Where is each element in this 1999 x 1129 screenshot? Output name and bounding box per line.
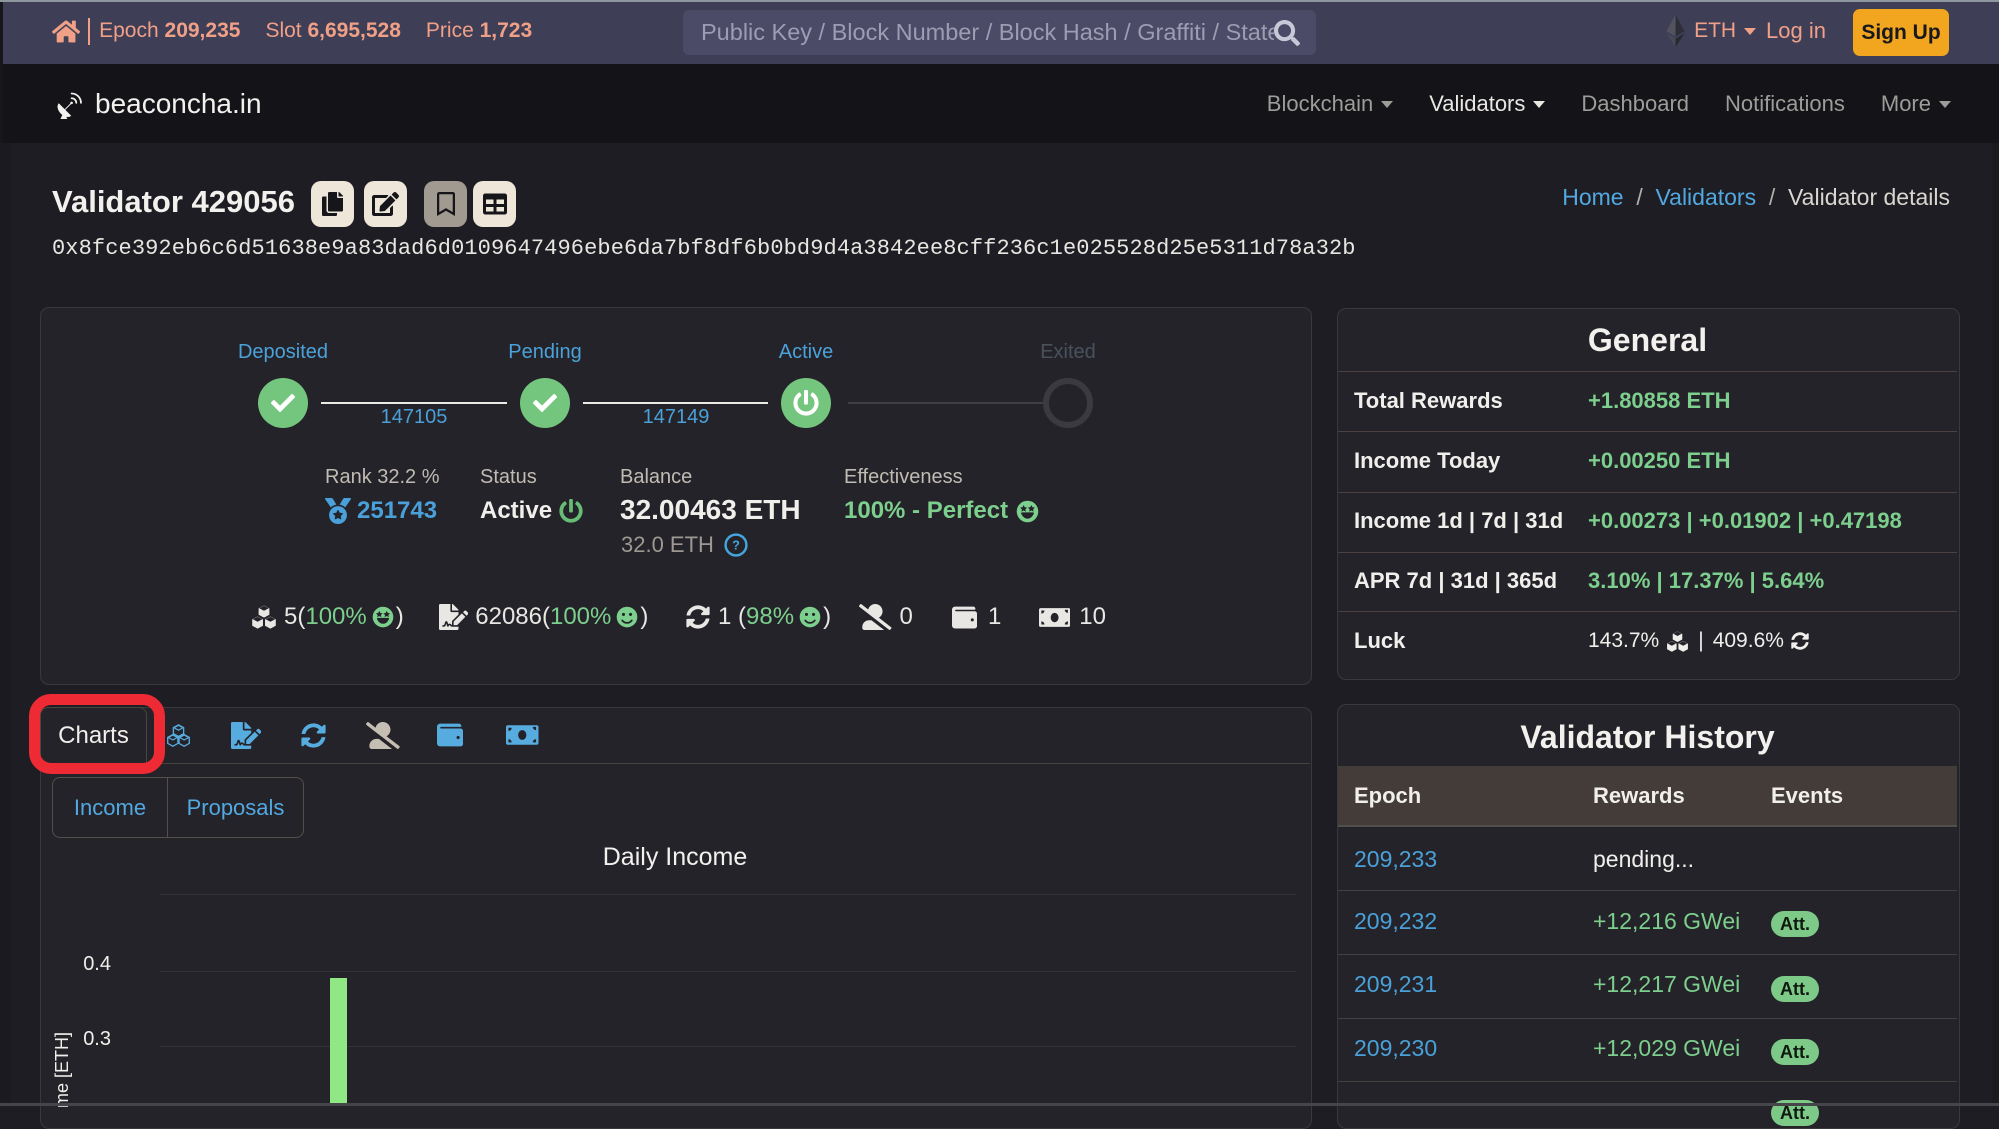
svg-text:?: ? xyxy=(732,538,740,552)
